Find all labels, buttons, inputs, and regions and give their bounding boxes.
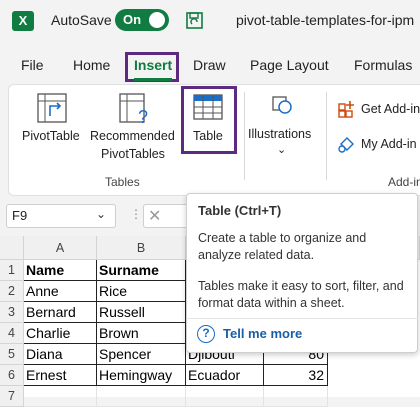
tell-me-more-link[interactable]: Tell me more <box>223 326 302 341</box>
ribbon-divider <box>244 92 245 180</box>
tab-draw[interactable]: Draw <box>193 57 226 73</box>
table-cell[interactable]: Surname <box>97 260 186 281</box>
table-cell[interactable]: Diana <box>24 344 97 365</box>
illustrations-chevron-icon: ⌄ <box>277 144 287 156</box>
cancel-icon[interactable]: ✕ <box>148 206 161 226</box>
tab-home[interactable]: Home <box>73 57 110 73</box>
autosave-state: On <box>123 12 142 27</box>
tooltip-detail: Tables make it easy to sort, filter, and… <box>198 279 404 310</box>
recommended-pivottables-button[interactable]: Recommended <box>90 129 175 143</box>
ribbon-divider <box>326 92 327 180</box>
tooltip-divider <box>186 318 418 319</box>
active-tab-underline <box>134 78 172 81</box>
get-addins-icon <box>338 101 354 118</box>
row-header[interactable]: 4 <box>0 323 24 344</box>
autosave-label: AutoSave <box>51 12 112 28</box>
tooltip-description: Create a table to organize and analyze r… <box>198 231 367 262</box>
illustrations-icon <box>272 96 292 114</box>
pivottable-icon <box>37 93 67 123</box>
recommended-pivottables-icon: ? <box>119 93 148 126</box>
tab-page-layout[interactable]: Page Layout <box>250 57 329 73</box>
table-cell[interactable]: Brown <box>97 323 186 344</box>
row-header[interactable]: 2 <box>0 281 24 302</box>
table-highlight-box <box>181 86 237 154</box>
save-icon[interactable] <box>186 10 204 30</box>
table-cell[interactable]: Hemingway <box>97 365 186 386</box>
group-addins-label: Add-in <box>388 175 420 189</box>
tab-file[interactable]: File <box>21 57 44 73</box>
formula-separator: ⋮ <box>130 207 142 221</box>
column-header-a[interactable]: A <box>24 236 97 260</box>
row-header[interactable]: 5 <box>0 344 24 365</box>
help-icon[interactable]: ? <box>197 325 215 343</box>
row-header[interactable]: 3 <box>0 302 24 323</box>
table-cell[interactable]: Name <box>24 260 97 281</box>
table-cell[interactable]: Bernard <box>24 302 97 323</box>
svg-text:?: ? <box>138 107 148 126</box>
table-cell[interactable]: Russell <box>97 302 186 323</box>
row-header[interactable]: 6 <box>0 365 24 386</box>
pivottable-button[interactable]: PivotTable <box>22 129 80 143</box>
illustrations-button[interactable]: Illustrations <box>248 127 311 141</box>
name-box-value: F9 <box>12 208 28 223</box>
tooltip-title: Table (Ctrl+T) <box>198 203 282 218</box>
tab-formulas[interactable]: Formulas <box>354 57 412 73</box>
my-addins-button[interactable]: My Add-in <box>361 137 417 151</box>
table-cell[interactable]: Ernest <box>24 365 97 386</box>
name-box-chevron-icon[interactable]: ⌄ <box>96 207 106 221</box>
row-header[interactable]: 1 <box>0 260 24 281</box>
excel-logo-icon: X <box>12 11 34 31</box>
column-header-b[interactable]: B <box>97 236 186 260</box>
table-cell[interactable]: Charlie <box>24 323 97 344</box>
table-cell[interactable]: Rice <box>97 281 186 302</box>
table-cell[interactable]: Ecuador <box>186 365 264 386</box>
toggle-knob <box>149 12 165 28</box>
recommended-pivottables-line2: PivotTables <box>101 147 165 161</box>
get-addins-button[interactable]: Get Add-in <box>361 102 420 116</box>
document-title: pivot-table-templates-for-ipm <box>236 12 415 28</box>
table-cell[interactable]: 32 <box>264 365 328 386</box>
my-addins-icon <box>338 137 354 153</box>
select-all-corner[interactable] <box>0 236 24 260</box>
table-cell[interactable]: Spencer <box>97 344 186 365</box>
autosave-toggle[interactable]: On <box>115 9 169 31</box>
table-cell[interactable]: Anne <box>24 281 97 302</box>
group-tables-label: Tables <box>105 175 140 189</box>
